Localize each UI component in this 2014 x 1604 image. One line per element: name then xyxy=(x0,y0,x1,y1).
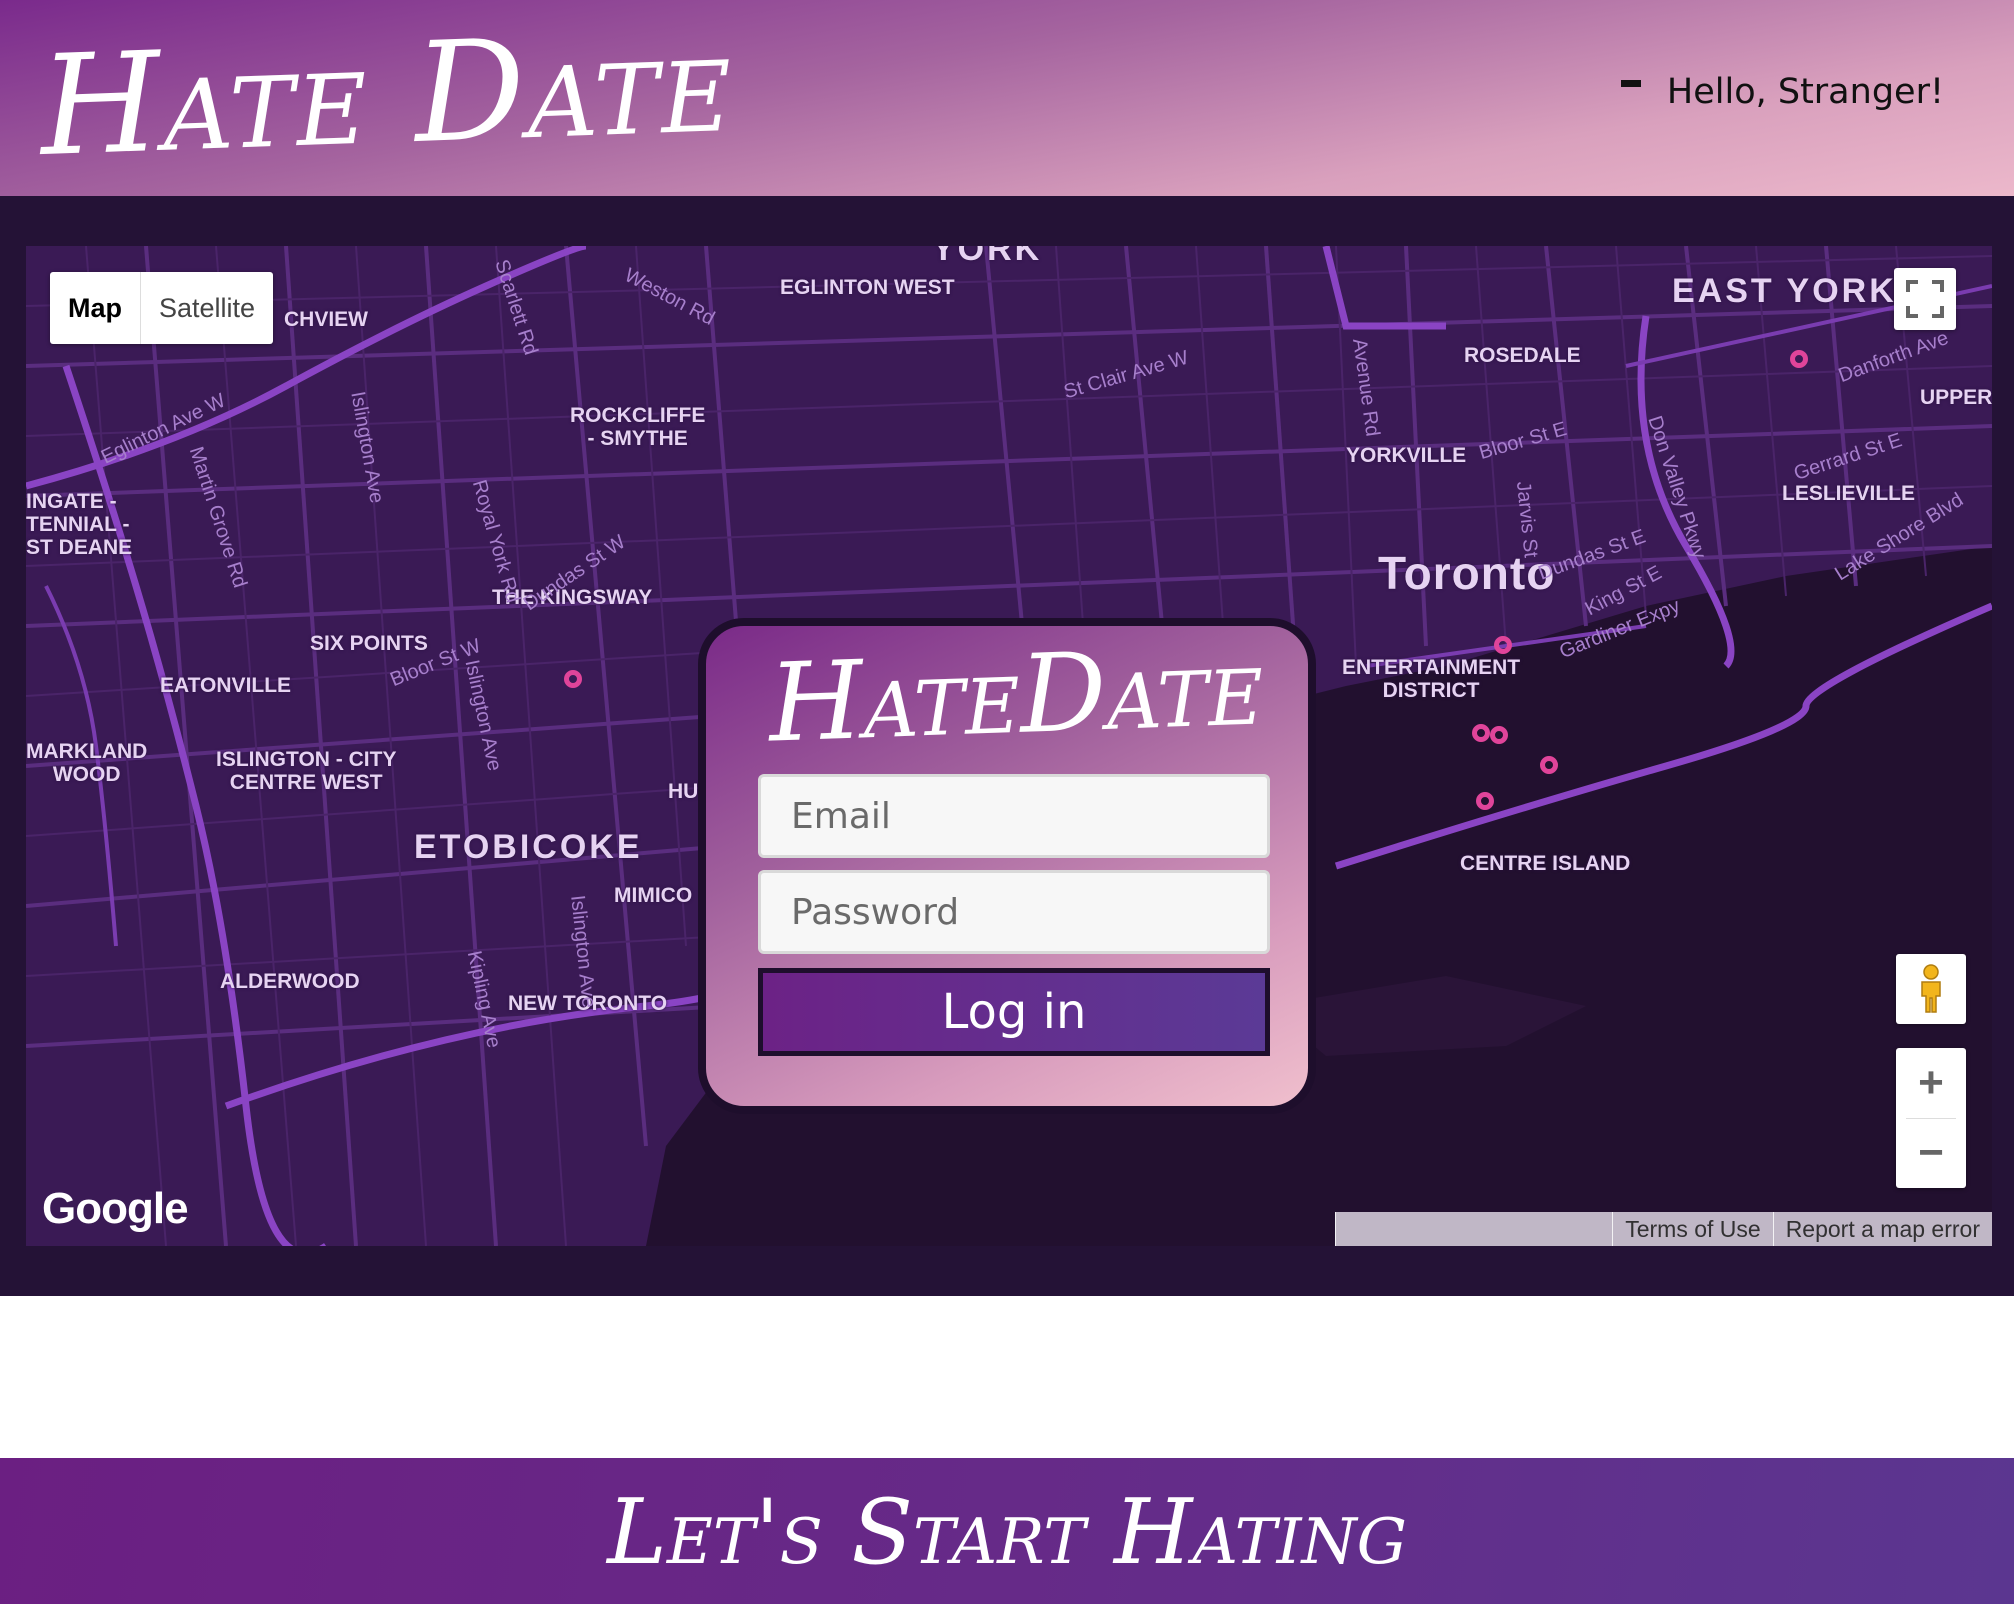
map-pin[interactable] xyxy=(1494,636,1512,654)
map-type-satellite-button[interactable]: Satellite xyxy=(141,272,273,344)
site-header: Hate Date Hello, Stranger! xyxy=(0,0,2014,196)
map-pin[interactable] xyxy=(1476,792,1494,810)
label-eglinton-west: EGLINTON WEST xyxy=(780,276,955,299)
label-centre-island: CENTRE ISLAND xyxy=(1460,852,1631,875)
map-pin[interactable] xyxy=(1490,726,1508,744)
login-button[interactable]: Log in xyxy=(758,968,1270,1056)
report-map-error-link[interactable]: Report a map error xyxy=(1772,1212,1992,1246)
label-markland-wood: MARKLAND WOOD xyxy=(26,740,148,786)
cta-banner: Let's Start Hating xyxy=(0,1458,2014,1604)
label-leslieville: LESLIEVILLE xyxy=(1782,482,1916,505)
label-entertainment-district: ENTERTAINMENT DISTRICT xyxy=(1342,656,1521,702)
login-title: HateDate xyxy=(766,624,1266,767)
pegman-icon xyxy=(1921,964,1941,1013)
attribution-blank xyxy=(1335,1212,1613,1246)
map-type-map-button[interactable]: Map xyxy=(50,272,141,344)
user-greeting: Hello, Stranger! xyxy=(1620,72,1944,112)
map-type-control: Map Satellite xyxy=(50,272,274,344)
map-pin[interactable] xyxy=(1472,724,1490,742)
zoom-control: + − xyxy=(1896,1048,1966,1188)
street-view-pegman[interactable] xyxy=(1896,954,1966,1024)
password-field[interactable] xyxy=(758,870,1270,954)
label-thistletown: INGATE - TENNIAL - ST DEANE xyxy=(26,490,133,559)
site-logo[interactable]: Hate Date xyxy=(37,2,736,187)
label-six-points: SIX POINTS xyxy=(310,632,428,655)
zoom-out-button[interactable]: − xyxy=(1896,1119,1966,1189)
greeting-text: Hello, Stranger! xyxy=(1666,72,1944,112)
label-york: YORK xyxy=(932,246,1043,268)
label-kingsview: CHVIEW xyxy=(284,308,368,331)
map-pin[interactable] xyxy=(1540,756,1558,774)
google-logo[interactable]: Google xyxy=(42,1184,189,1234)
label-rockcliffe: ROCKCLIFFE - SMYTHE xyxy=(570,404,706,450)
terms-of-use-link[interactable]: Terms of Use xyxy=(1612,1212,1773,1246)
fullscreen-button[interactable] xyxy=(1894,268,1956,330)
label-toronto: Toronto xyxy=(1378,547,1556,599)
email-field[interactable] xyxy=(758,774,1270,858)
menu-icon[interactable] xyxy=(1620,79,1641,87)
label-alderwood: ALDERWOOD xyxy=(220,970,360,993)
fullscreen-icon xyxy=(1906,280,1944,318)
label-islington: ISLINGTON - CITY CENTRE WEST xyxy=(216,748,397,794)
login-card: HateDate Log in xyxy=(698,618,1316,1114)
label-etobicoke: ETOBICOKE xyxy=(414,828,643,866)
label-yorkville: YORKVILLE xyxy=(1346,444,1467,467)
label-eatonville: EATONVILLE xyxy=(160,674,292,697)
label-east-york: EAST YORK xyxy=(1672,272,1897,310)
zoom-in-button[interactable]: + xyxy=(1896,1048,1966,1118)
label-mimico: MIMICO xyxy=(614,884,693,907)
label-rosedale: ROSEDALE xyxy=(1464,344,1581,367)
map-pin[interactable] xyxy=(564,670,582,688)
label-upper: UPPER xyxy=(1920,386,1992,409)
map-pin[interactable] xyxy=(1790,350,1808,368)
map-section: YORK EGLINTON WEST EAST YORK ROSEDALE UP… xyxy=(0,196,2014,1296)
map-attribution: Terms of Use Report a map error xyxy=(1335,1212,1992,1246)
cta-text[interactable]: Let's Start Hating xyxy=(0,1478,2014,1588)
